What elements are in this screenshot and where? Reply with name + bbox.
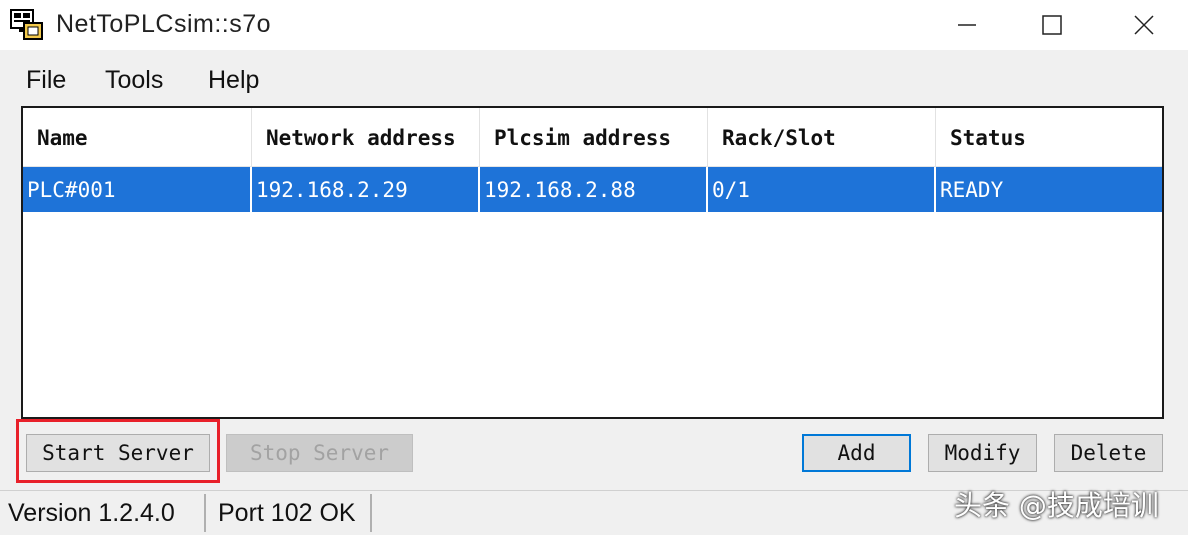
highlight-annotation-box bbox=[16, 419, 220, 483]
minimize-icon bbox=[958, 24, 976, 26]
close-icon bbox=[1134, 15, 1154, 35]
column-header-status[interactable]: Status bbox=[936, 108, 1162, 166]
version-label: Version 1.2.4.0 bbox=[8, 499, 175, 527]
cell-network-address: 192.168.2.29 bbox=[252, 167, 480, 212]
stop-server-button[interactable]: Stop Server bbox=[226, 434, 413, 472]
status-divider bbox=[204, 494, 206, 532]
cell-name: PLC#001 bbox=[23, 167, 252, 212]
server-list[interactable]: Name Network address Plcsim address Rack… bbox=[21, 106, 1164, 419]
column-header-rack-slot[interactable]: Rack/Slot bbox=[708, 108, 936, 166]
watermark-text: 头条 @技成培训 bbox=[954, 489, 1159, 522]
column-header-plcsim-address[interactable]: Plcsim address bbox=[480, 108, 708, 166]
delete-button[interactable]: Delete bbox=[1054, 434, 1163, 472]
menu-file[interactable]: File bbox=[26, 66, 66, 95]
cell-status: READY bbox=[940, 178, 1004, 202]
port-status-label: Port 102 OK bbox=[218, 499, 356, 527]
maximize-icon bbox=[1042, 15, 1062, 35]
table-row[interactable]: PLC#001 192.168.2.29 192.168.2.88 0/1 RE… bbox=[23, 167, 1162, 212]
menu-bar bbox=[0, 50, 1188, 102]
window-title: NetToPLCsim::s7o bbox=[56, 10, 272, 38]
title-bar: NetToPLCsim::s7o bbox=[0, 0, 1188, 50]
add-button[interactable]: Add bbox=[802, 434, 911, 472]
app-monitor-icon[interactable] bbox=[10, 9, 44, 41]
minimize-button[interactable] bbox=[923, 0, 1011, 50]
modify-button[interactable]: Modify bbox=[928, 434, 1037, 472]
menu-tools[interactable]: Tools bbox=[105, 66, 163, 95]
list-header: Name Network address Plcsim address Rack… bbox=[23, 108, 1162, 167]
column-header-network-address[interactable]: Network address bbox=[252, 108, 480, 166]
cell-plcsim-address: 192.168.2.88 bbox=[480, 167, 708, 212]
column-header-name[interactable]: Name bbox=[23, 108, 252, 166]
close-button[interactable] bbox=[1100, 0, 1188, 50]
menu-help[interactable]: Help bbox=[208, 66, 259, 95]
status-divider bbox=[370, 494, 372, 532]
maximize-button[interactable] bbox=[1008, 0, 1096, 50]
cell-rack-slot: 0/1 bbox=[708, 167, 936, 212]
